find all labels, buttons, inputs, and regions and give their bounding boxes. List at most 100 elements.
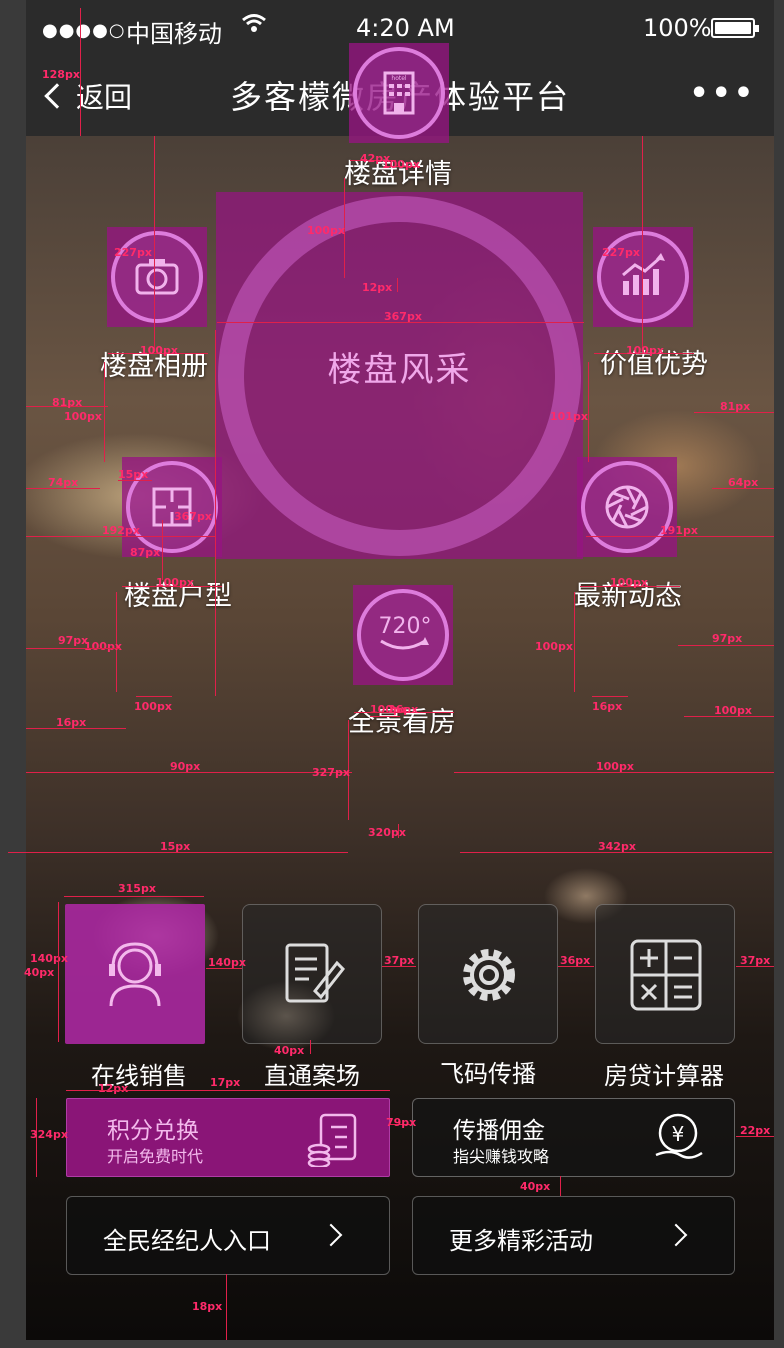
measure-label: 367px: [384, 310, 422, 323]
commission-banner[interactable]: 传播佣金 指尖赚钱攻略 ¥: [412, 1098, 735, 1177]
tile-code-share[interactable]: [418, 904, 558, 1044]
measure-label: 64px: [728, 476, 759, 489]
commission-subtitle: 指尖赚钱攻略: [453, 1147, 550, 1166]
points-document-icon: [307, 1113, 357, 1167]
measure-label: 191px: [660, 524, 698, 537]
clock-time: 4:20 AM: [356, 14, 455, 42]
aperture-icon: [605, 485, 649, 529]
measure-label: 227px: [602, 246, 640, 259]
measure-label: 18px: [192, 1300, 223, 1313]
points-exchange-banner[interactable]: 积分兑换 开启免费时代: [66, 1098, 390, 1177]
measure-label: 22px: [740, 1124, 771, 1137]
measure-line: [560, 1176, 561, 1196]
measure-label: 79px: [386, 1116, 417, 1129]
measure-label: 17px: [210, 1076, 241, 1089]
album-button[interactable]: [107, 227, 207, 327]
measure-line: [588, 362, 589, 462]
measure-label: 97px: [58, 634, 89, 647]
measure-line: [370, 716, 400, 717]
measure-label: 87px: [130, 546, 161, 559]
measure-label: 74px: [48, 476, 79, 489]
measure-label: 40px: [24, 966, 55, 979]
center-showcase-button[interactable]: 楼盘风采: [216, 192, 583, 559]
measure-label: 16px: [592, 700, 623, 713]
measure-label: 90px: [170, 760, 201, 773]
carrier-name: 中国移动: [126, 20, 222, 48]
measure-label: 81px: [52, 396, 83, 409]
broker-entry-label: 全民经纪人入口: [103, 1227, 271, 1255]
broker-entry-button[interactable]: 全民经纪人入口: [66, 1196, 390, 1275]
measure-label: 327px: [312, 766, 350, 779]
measure-line: [94, 1090, 390, 1091]
tile-label-direct-site: 直通案场: [264, 1062, 360, 1090]
measure-label: 140px: [208, 956, 246, 969]
measure-line: [58, 902, 59, 1042]
yuan-hand-icon: ¥: [655, 1113, 703, 1159]
measure-line: [80, 8, 81, 136]
tile-label-code-share: 飞码传播: [440, 1060, 536, 1088]
measure-label: 36px: [560, 954, 591, 967]
news-button[interactable]: [577, 457, 677, 557]
measure-line: [397, 278, 398, 292]
measure-label: 100px: [714, 704, 752, 717]
measure-label: 367px: [174, 510, 212, 523]
measure-label: 100px: [535, 640, 573, 653]
measure-label: 15px: [160, 840, 191, 853]
measure-label: 100px: [64, 410, 102, 423]
measure-line: [162, 520, 163, 580]
measure-label: 40px: [274, 1044, 305, 1057]
headset-agent-icon: [109, 942, 161, 1007]
center-label: 楼盘风采: [327, 350, 472, 390]
detail-button[interactable]: hotel: [349, 43, 449, 143]
wifi-icon: [241, 12, 267, 42]
measure-label: 100px: [140, 344, 178, 357]
phone-screen: ●●●●○ 中国移动 4:20 AM 100% 返回 多客檬微房产体验平台 ••…: [26, 0, 774, 1340]
more-activities-button[interactable]: 更多精彩活动: [412, 1196, 735, 1275]
measure-label: 40px: [520, 1180, 551, 1193]
measure-label: 100px: [382, 158, 420, 171]
points-exchange-subtitle: 开启免费时代: [107, 1147, 204, 1166]
measure-label: 227px: [114, 246, 152, 259]
measure-label: 100px: [307, 224, 345, 237]
measure-line: [136, 696, 172, 697]
measure-label: 128px: [42, 68, 80, 81]
measure-label: 97px: [712, 632, 743, 645]
yuan-icon-text: ¥: [672, 1122, 685, 1146]
tile-online-sales[interactable]: [65, 904, 205, 1044]
measure-label: 16px: [56, 716, 87, 729]
measure-label: 12px: [362, 281, 393, 294]
measure-label: 12px: [98, 1082, 129, 1095]
measure-label: 101px: [550, 410, 588, 423]
gear-icon: [463, 949, 515, 1001]
building-icon-text: hotel: [391, 75, 407, 82]
measure-label: 100px: [84, 640, 122, 653]
measure-label: 100px: [134, 700, 172, 713]
battery-percent: 100%: [643, 14, 712, 42]
more-options-button[interactable]: •••: [689, 76, 756, 111]
measure-label: 100px: [626, 344, 664, 357]
measure-label: 100px: [596, 760, 634, 773]
panorama-icon-text: 720°: [379, 614, 432, 639]
measure-line: [592, 696, 628, 697]
tile-direct-site[interactable]: [242, 904, 382, 1044]
chevron-right-icon: [319, 1223, 343, 1247]
panorama-button[interactable]: 720°: [353, 585, 453, 685]
measure-label: 192px: [102, 524, 140, 537]
measure-label: 315px: [118, 882, 156, 895]
measure-line: [154, 136, 155, 352]
measure-line: [26, 648, 120, 649]
document-edit-icon: [285, 943, 346, 1003]
measure-line: [64, 896, 204, 897]
measure-line: [104, 362, 105, 462]
more-activities-label: 更多精彩活动: [449, 1227, 593, 1255]
measure-line: [310, 1040, 311, 1054]
battery-fill: [715, 22, 751, 34]
tile-mortgage-calculator[interactable]: [595, 904, 735, 1044]
measure-line: [678, 645, 774, 646]
panorama-720-icon: 720°: [379, 614, 432, 650]
value-button[interactable]: [593, 227, 693, 327]
measure-line: [215, 330, 216, 696]
measure-label: 100px: [610, 576, 648, 589]
measure-label: 26px: [388, 703, 419, 716]
measure-line: [226, 1274, 227, 1340]
